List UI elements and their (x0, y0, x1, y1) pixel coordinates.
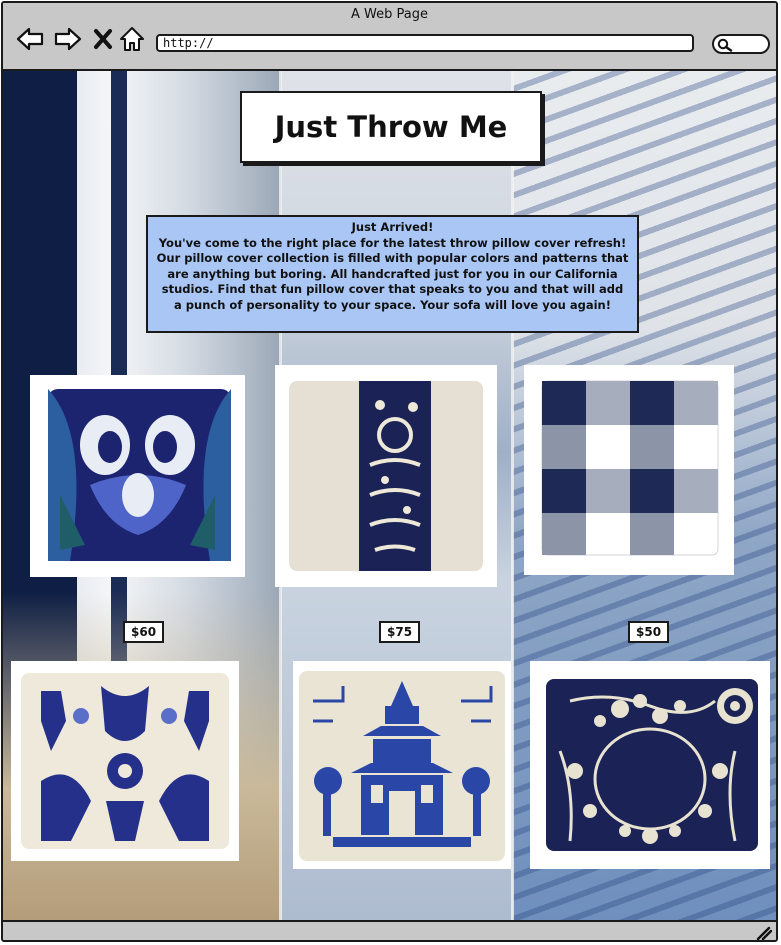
pillow-floral-toile-image (546, 679, 758, 851)
browser-window: A Web Page http:// Just Throw Me Just Ar… (1, 1, 778, 942)
price-tag: $75 (379, 621, 421, 643)
product-image-floral-toile[interactable] (530, 661, 770, 869)
product-image-damask[interactable] (11, 661, 239, 861)
arrow-left-icon (16, 27, 44, 51)
browser-statusbar (3, 920, 776, 940)
browser-titlebar: A Web Page http:// (3, 3, 776, 71)
price-tag: $60 (123, 621, 165, 643)
site-title: Just Throw Me (240, 91, 542, 163)
price-tag: $50 (628, 621, 670, 643)
pillow-buffalo-check-image (541, 380, 719, 556)
product-image-buffalo-check[interactable] (524, 365, 734, 575)
intro-heading: Just Arrived! (351, 220, 434, 234)
page-content: Just Throw Me Just Arrived! You've come … (3, 71, 776, 920)
product-image-pagoda[interactable] (293, 661, 511, 869)
forward-button[interactable] (53, 25, 83, 53)
pillow-toile-band-image (289, 381, 483, 571)
intro-box: Just Arrived! You've come to the right p… (146, 215, 639, 333)
pillow-damask-image (21, 673, 229, 849)
resize-grip-icon[interactable] (756, 926, 772, 940)
stop-button[interactable] (88, 25, 118, 53)
intro-text: You've come to the right place for the l… (156, 235, 629, 312)
search-icon (717, 38, 733, 52)
pillow-ikat-image (48, 389, 231, 561)
home-button[interactable] (117, 25, 147, 53)
back-button[interactable] (15, 25, 45, 53)
close-icon (94, 29, 112, 49)
address-bar[interactable]: http:// (156, 34, 694, 52)
background-divider (511, 71, 514, 920)
pillow-pagoda-image (299, 671, 505, 861)
window-title: A Web Page (351, 7, 428, 22)
arrow-right-icon (54, 27, 82, 51)
product-image-toile-band[interactable] (275, 365, 497, 587)
home-icon (120, 27, 144, 51)
search-input[interactable] (712, 34, 770, 54)
product-image-ikat[interactable] (30, 375, 245, 577)
